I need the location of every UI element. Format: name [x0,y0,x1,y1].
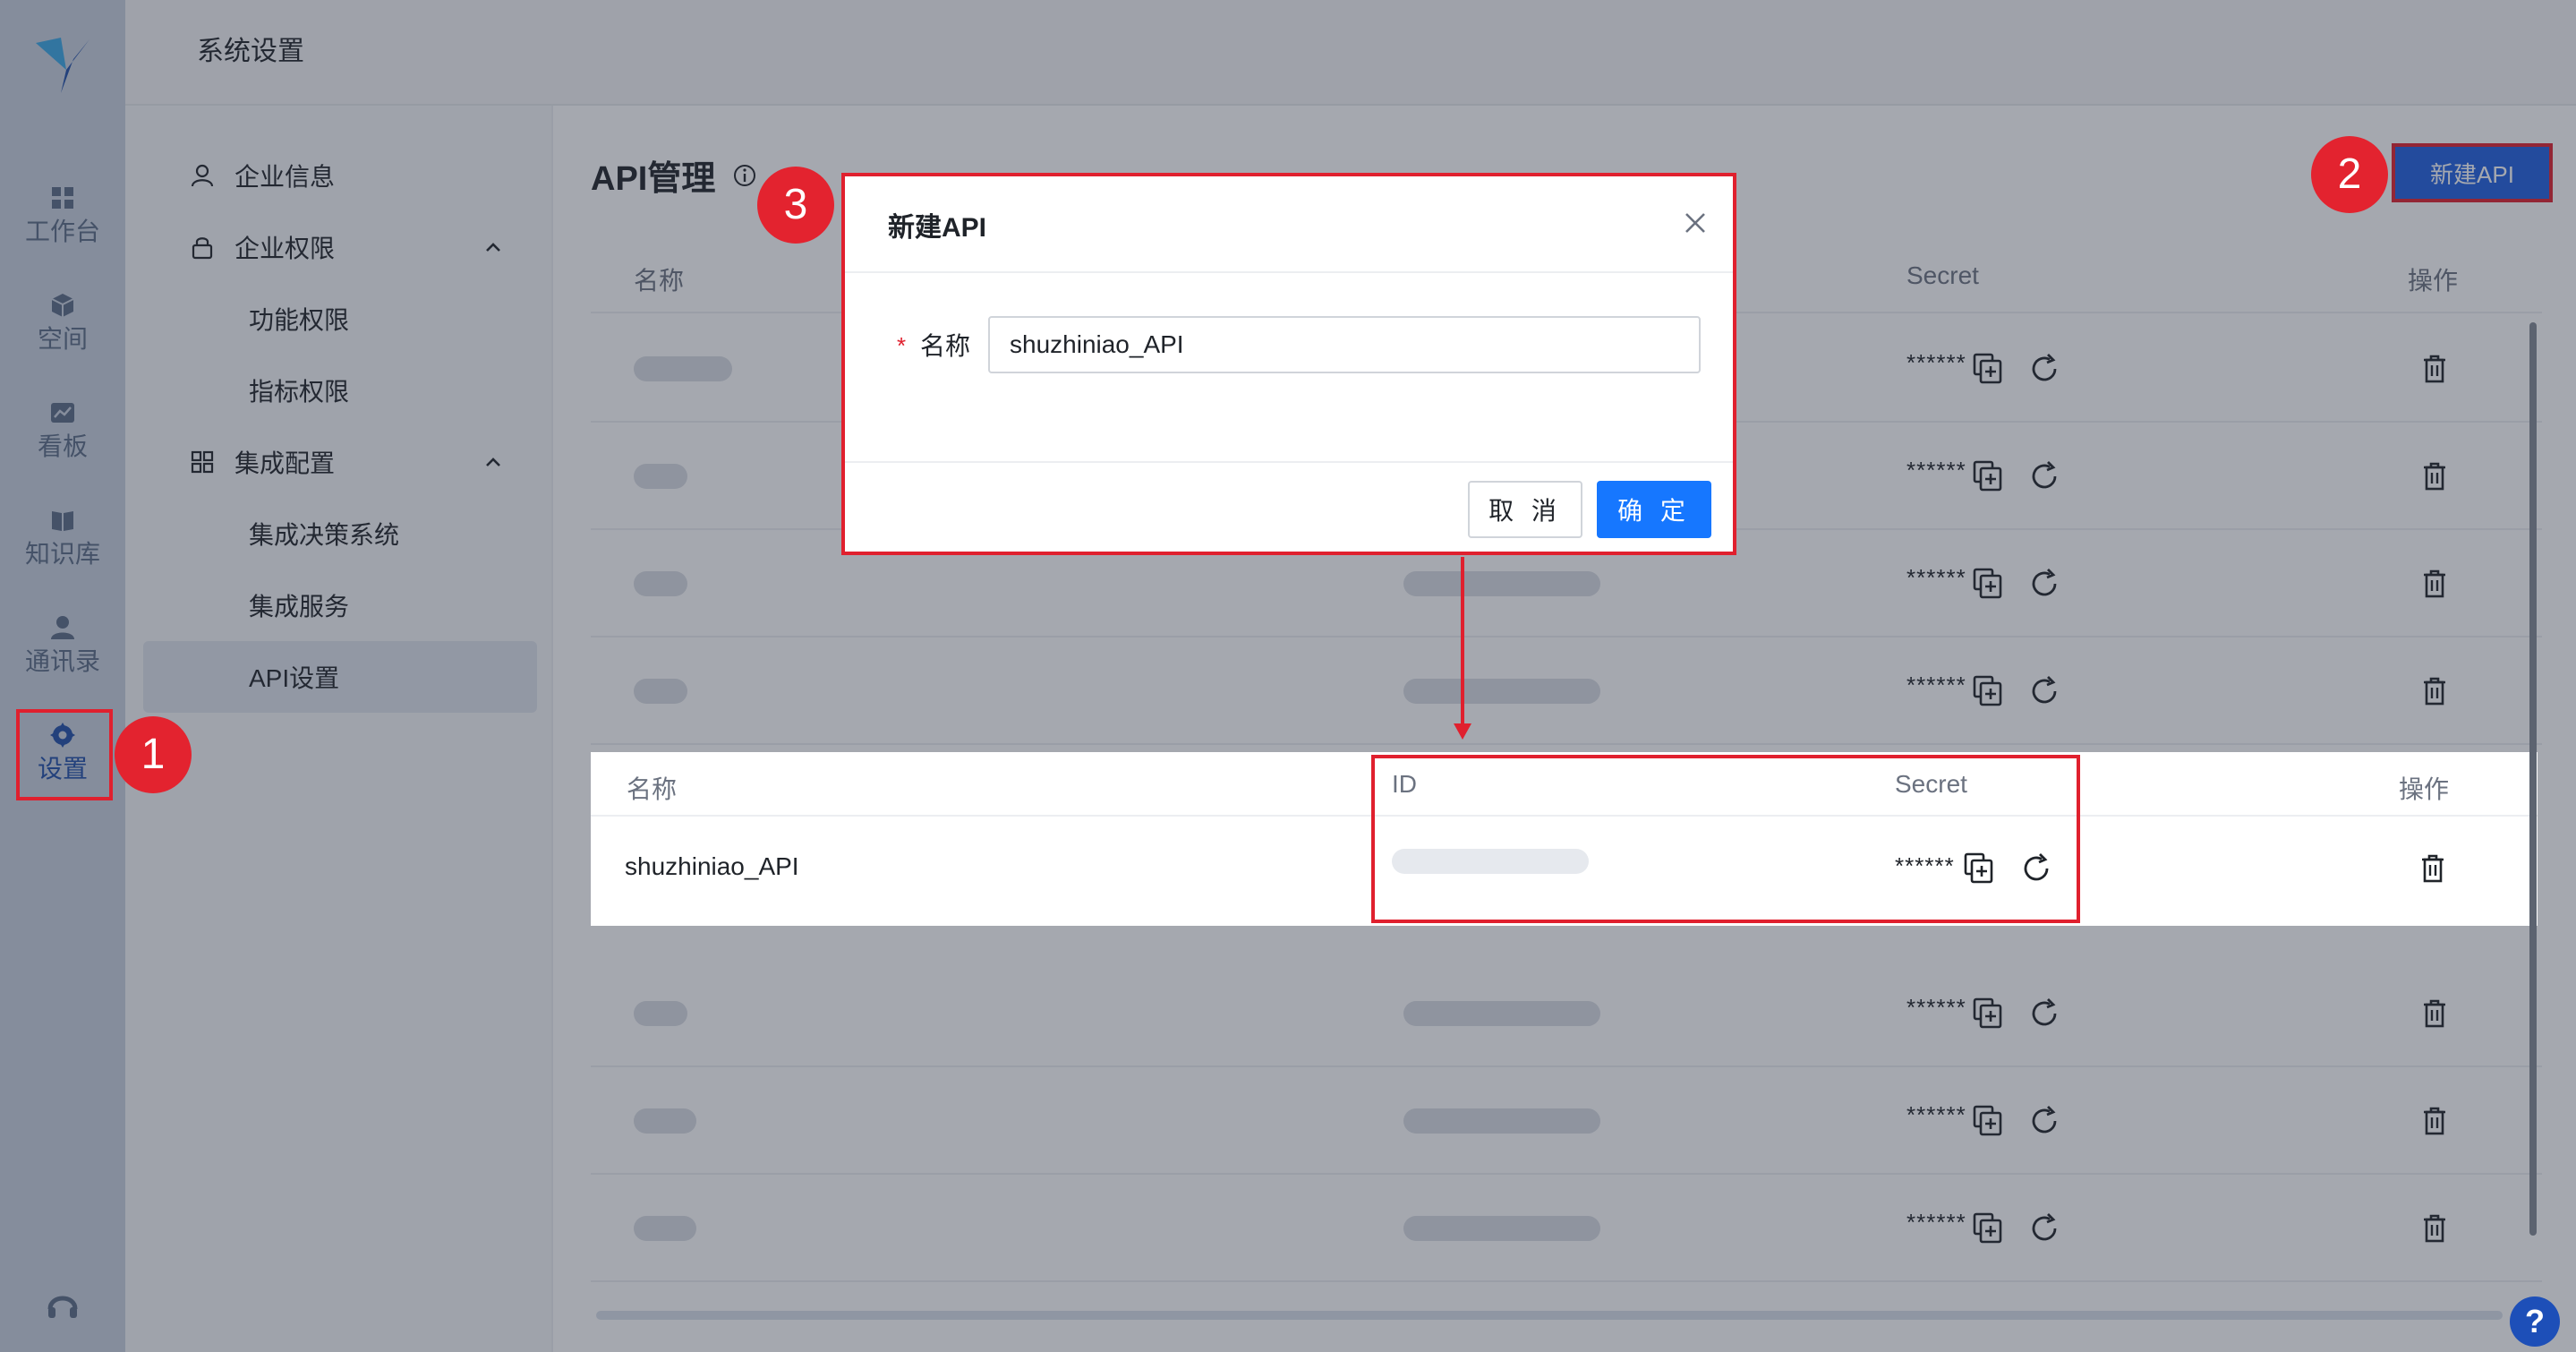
new-api-dialog: 新建API * 名称 取 消 确 定 [841,173,1736,555]
dialog-title: 新建API [888,213,987,243]
settings-highlight-box [16,709,113,800]
confirm-button[interactable]: 确 定 [1597,481,1711,538]
vertical-scrollbar[interactable] [2529,322,2537,1236]
id-secret-highlight-box [1371,755,2080,923]
step-badge-2: 2 [2311,136,2388,213]
name-field-label: 名称 [920,332,971,360]
column-actions-header: 操作 [2399,775,2450,803]
dialog-header: 新建API [845,176,1733,273]
dialog-divider [845,461,1733,463]
api-name-cell: shuzhiniao_API [625,852,799,880]
horizontal-scrollbar[interactable] [596,1311,2503,1320]
step-badge-3: 3 [757,167,834,244]
step-badge-1: 1 [115,716,192,793]
help-button[interactable]: ? [2510,1296,2560,1347]
column-name-header: 名称 [627,775,678,803]
required-marker: * [897,332,907,359]
close-icon[interactable] [1681,209,1710,237]
api-name-input[interactable] [988,316,1701,373]
trash-icon[interactable] [2415,851,2451,886]
cancel-button[interactable]: 取 消 [1468,481,1582,538]
